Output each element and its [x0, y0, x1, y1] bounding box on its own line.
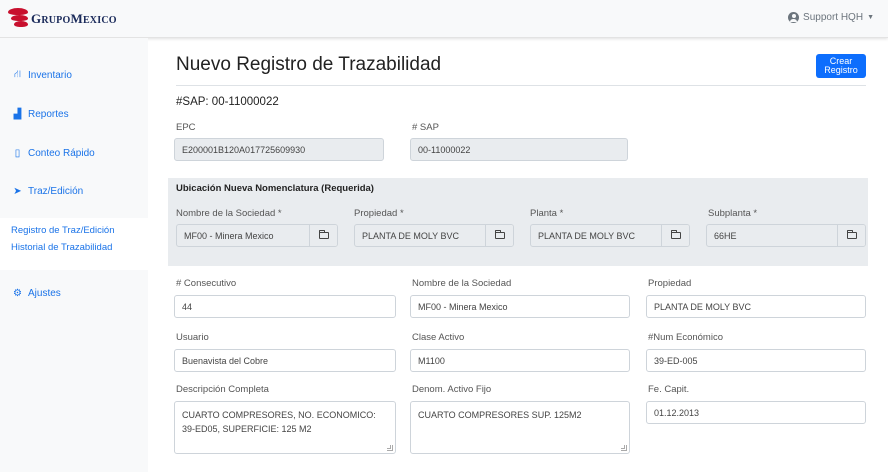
sitemap-icon: ⛙ — [13, 69, 22, 80]
fecha-capit-label: Fe. Capit. — [648, 384, 690, 395]
folder-open-icon — [846, 230, 857, 239]
planta-value: PLANTA DE MOLY BVC — [538, 230, 636, 241]
resize-handle-icon[interactable] — [387, 445, 393, 451]
tablet-icon: ▯ — [14, 148, 21, 159]
usuario-label: Usuario — [176, 332, 209, 343]
propiedad-field[interactable]: PLANTA DE MOLY BVC — [646, 295, 866, 318]
sociedad-label: Nombre de la Sociedad — [412, 278, 512, 289]
logo-text: GRUPOMEXICO — [31, 11, 117, 26]
resize-handle-icon[interactable] — [621, 445, 627, 451]
propiedad-value: PLANTA DE MOLY BVC — [362, 230, 460, 241]
page-title: Nuevo Registro de Trazabilidad — [176, 54, 442, 75]
planta-browse-button[interactable] — [661, 225, 689, 246]
paper-plane-icon: ➤ — [13, 186, 22, 197]
sidebar-item-label: Traz/Edición — [28, 186, 84, 197]
planta-required-label: Planta * — [530, 208, 564, 219]
traz-submenu: Registro de Traz/Edición Historial de Tr… — [0, 218, 148, 270]
denom-activo-textarea[interactable]: CUARTO COMPRESORES SUP. 125M2 — [410, 401, 630, 454]
sidebar-item-label: Inventario — [28, 70, 72, 81]
subplanta-picker: 66HE — [706, 224, 866, 247]
folder-open-icon — [494, 230, 505, 239]
subplanta-value: 66HE — [714, 230, 737, 241]
sap-label: # SAP — [412, 122, 439, 133]
chart-area-icon: ▟ — [13, 109, 22, 120]
submenu-historial-trazabilidad[interactable]: Historial de Trazabilidad — [11, 242, 112, 253]
epc-field: E200001B120A017725609930 — [174, 138, 384, 161]
sap-heading: #SAP: 00-11000022 — [176, 96, 279, 108]
main-content: Nuevo Registro de Trazabilidad Crear Reg… — [148, 38, 888, 472]
subplanta-required-label: Subplanta * — [708, 208, 758, 219]
sidebar-item-label: Reportes — [28, 109, 69, 120]
usuario-field[interactable]: Buenavista del Cobre — [174, 349, 396, 372]
sidebar-item-conteo-rapido[interactable]: ▯ Conteo Rápido — [12, 148, 95, 159]
propiedad-required-label: Propiedad * — [354, 208, 404, 219]
submenu-registro-traz[interactable]: Registro de Traz/Edición — [11, 225, 115, 236]
planta-picker: PLANTA DE MOLY BVC — [530, 224, 690, 247]
descripcion-label: Descripción Completa — [176, 384, 269, 395]
sidebar-item-reportes[interactable]: ▟ Reportes — [12, 109, 69, 120]
fecha-capit-field[interactable]: 01.12.2013 — [646, 401, 866, 424]
ubicacion-panel: Ubicación Nueva Nomenclatura (Requerida)… — [168, 178, 868, 266]
propiedad-picker: PLANTA DE MOLY BVC — [354, 224, 514, 247]
user-menu-dropdown[interactable]: Support HQH ▼ — [788, 12, 874, 23]
cogs-icon: ⚙ — [13, 288, 22, 299]
propiedad-label: Propiedad — [648, 278, 692, 289]
sidebar-item-ajustes[interactable]: ⚙ Ajustes — [12, 288, 61, 299]
denom-activo-text: CUARTO COMPRESORES SUP. 125M2 — [418, 410, 582, 420]
sidebar-item-label: Ajustes — [28, 288, 61, 299]
sidebar: ⛙ Inventario ▟ Reportes ▯ Conteo Rápido … — [0, 38, 148, 472]
descripcion-textarea[interactable]: CUARTO COMPRESORES, NO. ECONOMICO: 39-ED… — [174, 401, 396, 454]
divider — [176, 85, 866, 86]
logo-emblem-icon — [8, 8, 28, 30]
user-name: Support HQH — [803, 12, 864, 23]
user-circle-icon — [788, 12, 800, 23]
crear-registro-button[interactable]: Crear Registro — [816, 54, 866, 78]
sap-field: 00-11000022 — [410, 138, 628, 161]
caret-down-icon: ▼ — [867, 14, 874, 21]
sociedad-required-label: Nombre de la Sociedad * — [176, 208, 282, 219]
sociedad-value: MF00 - Minera Mexico — [184, 230, 274, 241]
sidebar-item-inventario[interactable]: ⛙ Inventario — [12, 69, 72, 82]
panel-title: Ubicación Nueva Nomenclatura (Requerida) — [176, 183, 374, 194]
consecutivo-field[interactable]: 44 — [174, 295, 396, 318]
descripcion-text: CUARTO COMPRESORES, NO. ECONOMICO: 39-ED… — [182, 410, 376, 434]
subplanta-browse-button[interactable] — [837, 225, 865, 246]
clase-activo-label: Clase Activo — [412, 332, 465, 343]
top-navbar: GRUPOMEXICO Support HQH ▼ — [0, 0, 888, 38]
denom-activo-label: Denom. Activo Fijo — [412, 384, 492, 395]
clase-activo-field[interactable]: M1100 — [410, 349, 630, 372]
sidebar-item-traz-edicion[interactable]: ➤ Traz/Edición — [12, 186, 83, 197]
consecutivo-label: # Consecutivo — [176, 278, 237, 289]
folder-open-icon — [670, 230, 681, 239]
epc-label: EPC — [176, 122, 196, 133]
sidebar-item-label: Conteo Rápido — [28, 148, 95, 159]
grupo-mexico-logo[interactable]: GRUPOMEXICO — [8, 8, 117, 30]
sociedad-field[interactable]: MF00 - Minera Mexico — [410, 295, 630, 318]
folder-open-icon — [318, 230, 329, 239]
num-economico-field[interactable]: 39-ED-005 — [646, 349, 866, 372]
num-economico-label: #Num Económico — [648, 332, 723, 343]
sociedad-browse-button[interactable] — [309, 225, 337, 246]
propiedad-browse-button[interactable] — [485, 225, 513, 246]
sociedad-picker: MF00 - Minera Mexico — [176, 224, 338, 247]
